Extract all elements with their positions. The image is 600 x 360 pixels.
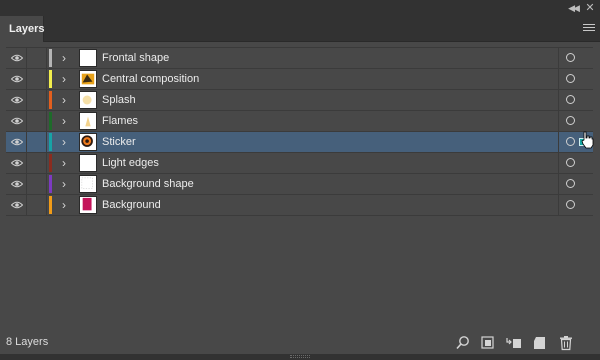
layer-row[interactable]: › Frontal shape — [6, 48, 593, 69]
chevron-right-icon[interactable]: › — [59, 114, 69, 128]
visibility-toggle[interactable] — [6, 132, 27, 152]
visibility-toggle[interactable] — [6, 153, 27, 173]
panel-title-bar: ◀◀ ✕ — [0, 0, 600, 16]
target-circle-icon[interactable] — [566, 137, 575, 146]
target-cell[interactable] — [558, 195, 593, 215]
target-circle-icon[interactable] — [566, 74, 575, 83]
layer-name[interactable]: Frontal shape — [102, 48, 169, 68]
layer-row[interactable]: › Background shape — [6, 174, 593, 195]
layer-color-swatch — [49, 91, 52, 109]
visibility-toggle[interactable] — [6, 195, 27, 215]
lock-toggle[interactable] — [27, 111, 47, 131]
layer-name[interactable]: Central composition — [102, 69, 199, 89]
layer-row[interactable]: › Flames — [6, 111, 593, 132]
visibility-toggle[interactable] — [6, 48, 27, 68]
hand-cursor-icon — [581, 131, 594, 149]
make-clipping-mask-icon[interactable] — [479, 334, 497, 352]
target-cell[interactable] — [558, 69, 593, 89]
layer-color-swatch — [49, 196, 52, 214]
layer-list: › Frontal shape › Central composition › … — [6, 47, 593, 216]
eye-icon — [11, 54, 23, 62]
layer-color-swatch — [49, 154, 52, 172]
panel-footer: 8 Layers — [0, 332, 600, 354]
create-new-layer-icon[interactable] — [531, 334, 549, 352]
chevron-right-icon[interactable]: › — [59, 51, 69, 65]
layer-thumbnail — [79, 133, 97, 151]
target-circle-icon[interactable] — [566, 179, 575, 188]
layer-row[interactable]: › Sticker — [6, 132, 593, 153]
layer-color-swatch — [49, 175, 52, 193]
layers-panel: › Frontal shape › Central composition › … — [0, 42, 600, 346]
chevron-right-icon[interactable]: › — [59, 93, 69, 107]
target-circle-icon[interactable] — [566, 53, 575, 62]
layer-thumbnail — [79, 70, 97, 88]
layer-color-swatch — [49, 49, 52, 67]
visibility-toggle[interactable] — [6, 90, 27, 110]
lock-toggle[interactable] — [27, 153, 47, 173]
double-chevron-left-icon[interactable]: ◀◀ — [566, 1, 580, 15]
chevron-right-icon[interactable]: › — [59, 72, 69, 86]
target-cell[interactable] — [558, 153, 593, 173]
layer-thumbnail — [79, 196, 97, 214]
visibility-toggle[interactable] — [6, 69, 27, 89]
target-cell[interactable] — [558, 90, 593, 110]
visibility-toggle[interactable] — [6, 111, 27, 131]
target-cell[interactable] — [558, 174, 593, 194]
layer-row[interactable]: › Splash — [6, 90, 593, 111]
hamburger-menu-icon[interactable] — [582, 22, 596, 34]
layer-name[interactable]: Background shape — [102, 174, 194, 194]
layer-name[interactable]: Sticker — [102, 132, 136, 152]
eye-icon — [11, 180, 23, 188]
layer-thumbnail — [79, 154, 97, 172]
search-icon[interactable] — [454, 334, 472, 352]
layer-row[interactable]: › Background — [6, 195, 593, 216]
layer-thumbnail — [79, 112, 97, 130]
chevron-right-icon[interactable]: › — [59, 198, 69, 212]
target-circle-icon[interactable] — [566, 158, 575, 167]
layer-color-swatch — [49, 70, 52, 88]
tab-bar: Layers — [0, 16, 600, 43]
eye-icon — [11, 96, 23, 104]
layer-name[interactable]: Background — [102, 195, 161, 215]
visibility-toggle[interactable] — [6, 174, 27, 194]
chevron-right-icon[interactable]: › — [59, 156, 69, 170]
lock-toggle[interactable] — [27, 132, 47, 152]
chevron-right-icon[interactable]: › — [59, 135, 69, 149]
layer-color-swatch — [49, 112, 52, 130]
resize-grip[interactable] — [290, 355, 310, 358]
layer-row[interactable]: › Light edges — [6, 153, 593, 174]
eye-icon — [11, 201, 23, 209]
eye-icon — [11, 75, 23, 83]
target-cell[interactable] — [558, 48, 593, 68]
layer-count: 8 Layers — [6, 336, 49, 348]
lock-toggle[interactable] — [27, 69, 47, 89]
eye-icon — [11, 138, 23, 146]
layer-name[interactable]: Light edges — [102, 153, 159, 173]
layer-thumbnail — [79, 49, 97, 67]
target-circle-icon[interactable] — [566, 116, 575, 125]
close-icon[interactable]: ✕ — [583, 1, 597, 15]
panel-resize-handle[interactable] — [0, 354, 600, 360]
lock-toggle[interactable] — [27, 90, 47, 110]
layer-row[interactable]: › Central composition — [6, 69, 593, 90]
lock-toggle[interactable] — [27, 195, 47, 215]
layer-name[interactable]: Flames — [102, 111, 138, 131]
trash-icon[interactable] — [557, 334, 575, 352]
eye-icon — [11, 117, 23, 125]
create-sublayer-icon[interactable] — [505, 334, 523, 352]
layer-thumbnail — [79, 91, 97, 109]
target-cell[interactable] — [558, 111, 593, 131]
target-circle-icon[interactable] — [566, 200, 575, 209]
layer-name[interactable]: Splash — [102, 90, 136, 110]
layer-color-swatch — [49, 133, 52, 151]
lock-toggle[interactable] — [27, 48, 47, 68]
chevron-right-icon[interactable]: › — [59, 177, 69, 191]
tab-layers[interactable]: Layers — [0, 16, 44, 43]
lock-toggle[interactable] — [27, 174, 47, 194]
eye-icon — [11, 159, 23, 167]
layer-thumbnail — [79, 175, 97, 193]
target-circle-icon[interactable] — [566, 95, 575, 104]
